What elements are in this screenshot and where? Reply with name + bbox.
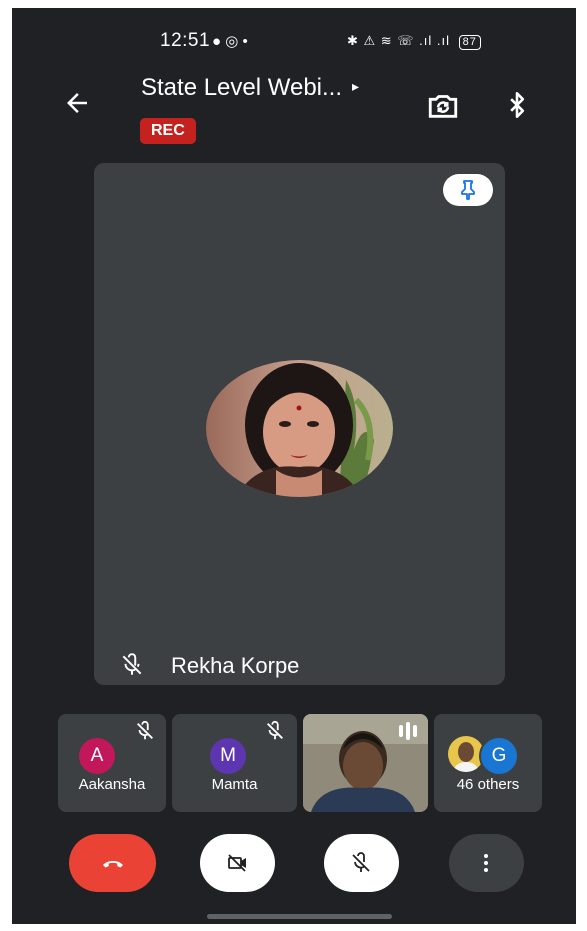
- mic-off-icon: [352, 852, 370, 872]
- system-icons-text: ✱ ⚠ ≋ ☏ .ıl .ıl: [347, 33, 450, 48]
- mic-off-icon: [267, 720, 283, 740]
- speaking-indicator-icon: [396, 722, 420, 740]
- participant-avatar: A: [79, 738, 115, 774]
- meeting-title-text: State Level Webi...: [141, 74, 342, 101]
- participant-tile[interactable]: A Aakansha: [58, 714, 166, 812]
- participant-tile-video[interactable]: [303, 714, 428, 812]
- speaker-name: Rekha Korpe: [171, 653, 300, 678]
- more-options-button[interactable]: [449, 834, 524, 892]
- mic-off-icon: [122, 653, 142, 675]
- participant-name: Mamta: [211, 776, 258, 793]
- end-call-icon: [103, 861, 123, 868]
- participant-avatar: G: [479, 736, 519, 776]
- camera-toggle-button[interactable]: [200, 834, 275, 892]
- home-indicator[interactable]: [207, 914, 392, 919]
- bluetooth-icon[interactable]: [503, 89, 531, 121]
- more-vert-icon: [484, 854, 488, 872]
- mic-toggle-button[interactable]: [324, 834, 399, 892]
- status-time: 12:51: [160, 30, 211, 51]
- pin-icon: [461, 180, 475, 200]
- meeting-title[interactable]: State Level Webi... ▸: [141, 74, 359, 102]
- system-icons: ✱ ⚠ ≋ ☏ .ıl .ıl 87: [347, 33, 481, 50]
- status-bar: 12:51 ● ◎ • ✱ ⚠ ≋ ☏ .ıl .ıl 87: [12, 30, 576, 56]
- main-speaker-tile[interactable]: Rekha Korpe: [94, 163, 505, 685]
- notification-icons: ● ◎ •: [212, 33, 248, 50]
- title-arrow-icon: ▸: [352, 78, 360, 94]
- back-arrow-icon[interactable]: [62, 88, 92, 118]
- participant-tile-others[interactable]: G 46 others: [434, 714, 542, 812]
- mic-off-icon: [137, 720, 153, 740]
- pin-button[interactable]: [443, 174, 493, 206]
- participant-strip[interactable]: A Aakansha M Mamta G 46 others: [58, 714, 542, 812]
- participant-avatar: M: [210, 738, 246, 774]
- end-call-button[interactable]: [69, 834, 156, 892]
- camera-off-icon: [228, 854, 246, 872]
- battery-icon: 87: [458, 35, 481, 50]
- speaker-avatar: [206, 360, 393, 497]
- participant-name: Aakansha: [78, 776, 146, 793]
- participant-tile[interactable]: M Mamta: [172, 714, 297, 812]
- others-count: 46 others: [456, 776, 520, 793]
- switch-camera-icon[interactable]: [426, 88, 460, 122]
- rec-badge: REC: [140, 118, 196, 144]
- meet-screen: 12:51 ● ◎ • ✱ ⚠ ≋ ☏ .ıl .ıl 87 State Lev…: [12, 8, 576, 924]
